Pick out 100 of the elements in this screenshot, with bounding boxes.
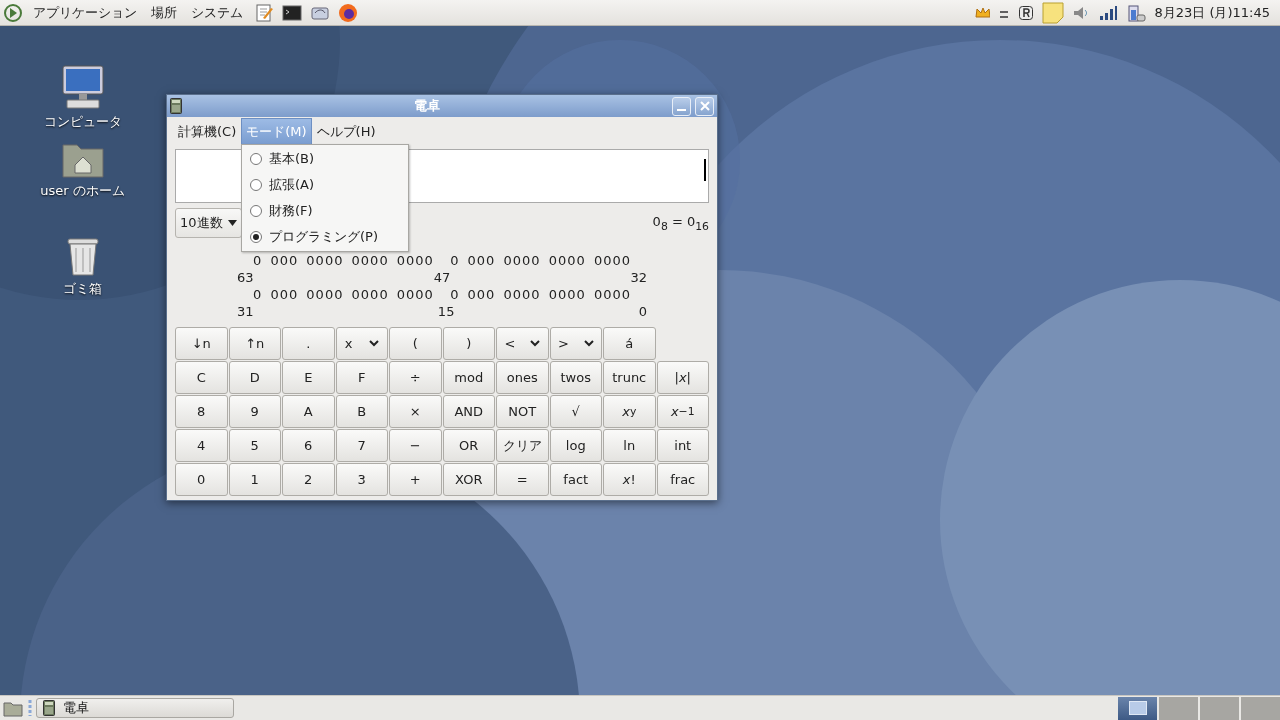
calculator-key[interactable]: 6 [282,429,335,462]
window-title: 電卓 [413,97,441,115]
calculator-key[interactable]: mod [442,361,495,394]
calculator-key[interactable]: trunc [603,361,656,394]
calculator-key[interactable]: ) [442,327,495,360]
panel-menu[interactable]: アプリケーション [30,3,140,22]
calculator-key[interactable]: |x| [656,361,709,394]
workspace-button[interactable] [1118,696,1157,720]
dropdown-arrow-icon [227,220,237,226]
calculator-key[interactable]: ÷ [389,361,442,394]
calculator-key[interactable]: twos [549,361,602,394]
calculator-key[interactable]: 5 [228,429,281,462]
calculator-key[interactable]: < [496,327,549,360]
calculator-key[interactable]: ↑n [228,327,281,360]
bit-index: 15 [437,303,455,320]
base-dropdown[interactable]: 10進数 [175,208,242,238]
menu-item[interactable]: ヘルプ(H) [311,118,381,144]
chevron-icon [583,340,594,347]
close-button[interactable] [695,96,714,116]
calculator-key[interactable]: 9 [228,395,281,428]
mode-menu-item[interactable]: 財務(F) [242,198,408,224]
calculator-key[interactable]: frac [656,463,709,496]
battery-icon[interactable] [1126,2,1147,23]
calculator-key[interactable]: 1 [228,463,281,496]
conversion-text: 0$_{8}$ = 0$_{16}$ [652,213,709,233]
desktop-icon-label: user のホーム [40,182,125,200]
calculator-key[interactable]: E [282,361,335,394]
radio-button[interactable] [250,179,262,191]
calculator-key[interactable]: C [175,361,228,394]
calculator-key[interactable]: int [656,429,709,462]
close-icon [699,101,710,111]
calculator-key[interactable]: OR [442,429,495,462]
calculator-key[interactable]: > [549,327,602,360]
calculator-key[interactable]: D [228,361,281,394]
panel-menu[interactable]: 場所 [148,3,180,22]
desktop-icon-label: コンピュータ [43,113,122,131]
signal-icon[interactable] [1098,3,1119,22]
browser-icon[interactable] [338,2,358,23]
minimize-icon [677,109,686,111]
minimize-button[interactable] [672,96,691,116]
bit-index: 32 [630,269,647,286]
clock[interactable]: 8月23日 (月)11:45 [1154,3,1270,22]
calculator-key[interactable]: x [335,327,388,360]
calculator-key[interactable]: + [389,463,442,496]
radio-button[interactable] [250,153,262,165]
calculator-key[interactable]: 8 [175,395,228,428]
calculator-key[interactable]: クリア [496,429,549,462]
mode-label: 拡張(A) [269,176,315,194]
bit-index: 0 [638,303,647,320]
calculator-key[interactable]: B [335,395,388,428]
mode-label: 財務(F) [269,202,313,220]
calculator-key[interactable]: 3 [335,463,388,496]
radio-button[interactable] [250,231,262,243]
calculator-key[interactable]: ones [496,361,549,394]
mode-menu-item[interactable]: 基本(B) [242,146,408,172]
panel-handle-icon [28,699,32,717]
task-label: 電卓 [63,699,89,717]
bit-index: 63 [237,269,254,286]
bit-display[interactable]: 0 000 0000 0000 0000 0 000 0000 0000 0000 [253,286,631,303]
menu-logo-icon[interactable] [4,3,22,22]
bit-display[interactable]: 0 000 0000 0000 0000 0 000 0000 0000 0000 [253,252,631,269]
window-thumbnail-icon [1128,701,1147,715]
calculator-key[interactable]: á [603,327,656,360]
calculator-key[interactable]: log [549,429,602,462]
calculator-key[interactable]: 4 [175,429,228,462]
mode-label: プログラミング(P) [269,228,378,246]
calculator-key[interactable]: fact [549,463,602,496]
calculator-key[interactable]: x! [603,463,656,496]
calculator-key[interactable]: AND [442,395,495,428]
r-key-icon[interactable] [1018,4,1035,21]
bit-index: 47 [433,269,451,286]
calculator-key[interactable]: A [282,395,335,428]
calculator-key[interactable]: × [389,395,442,428]
chevron-icon [530,340,541,347]
mode-menu-item[interactable]: プログラミング(P) [242,224,408,250]
calculator-key[interactable]: √ [549,395,602,428]
taskbar-button[interactable]: 電卓 [36,698,234,718]
calculator-key[interactable]: − [389,429,442,462]
calculator-key[interactable]: 0 [175,463,228,496]
calculator-key[interactable]: . [282,327,335,360]
calculator-key[interactable]: ln [603,429,656,462]
calculator-key[interactable]: 7 [335,429,388,462]
mode-menu-item[interactable]: 拡張(A) [242,172,408,198]
calculator-key[interactable]: NOT [496,395,549,428]
calculator-key[interactable]: XOR [442,463,495,496]
menu-item[interactable]: 計算機(C) [173,118,242,144]
calculator-key[interactable]: ( [389,327,442,360]
calculator-key[interactable]: F [335,361,388,394]
panel-menu[interactable]: システム [188,3,246,22]
radio-button[interactable] [250,205,262,217]
calculator-key[interactable]: ↓n [175,327,228,360]
calculator-key[interactable]: 2 [282,463,335,496]
desktop-icon-label: ゴミ箱 [63,280,102,298]
bit-index: 31 [237,303,254,320]
calculator-key[interactable]: = [496,463,549,496]
calculator-icon [43,700,55,716]
mode-label: 基本(B) [269,150,315,168]
calculator-icon [170,98,182,114]
terminal-icon[interactable] [282,2,302,23]
text-editor-icon[interactable] [254,2,274,23]
